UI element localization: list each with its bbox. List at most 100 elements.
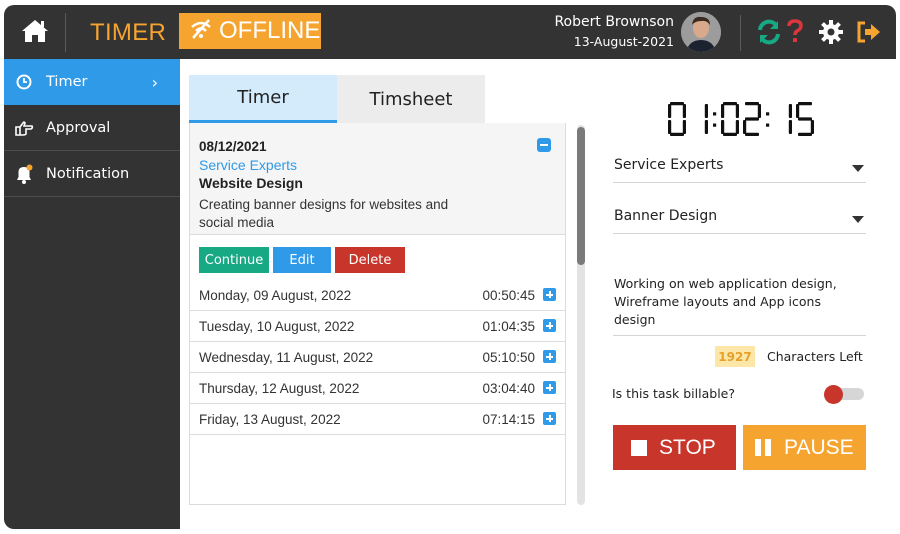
client-select[interactable]: Service Experts bbox=[613, 155, 866, 183]
user-date: 13-August-2021 bbox=[573, 34, 674, 49]
bell-icon bbox=[14, 164, 34, 184]
clock-icon bbox=[14, 72, 34, 92]
app-window: TIMER OFFLINE Robert Brownson 13-August-… bbox=[4, 5, 896, 529]
timesheet-row[interactable]: Friday, 13 August, 2022 07:14:15 bbox=[190, 404, 565, 435]
logout-icon[interactable] bbox=[856, 19, 882, 45]
task-select[interactable]: Banner Design bbox=[613, 206, 866, 234]
lcd-segment bbox=[798, 117, 812, 121]
tab-timer[interactable]: Timer bbox=[189, 75, 337, 123]
lcd-colon-dot bbox=[766, 112, 770, 116]
row-duration: 05:10:50 bbox=[482, 350, 535, 365]
entry-description: Creating banner designs for websites and… bbox=[199, 197, 449, 230]
expand-plus-icon[interactable] bbox=[543, 412, 556, 425]
chevron-right-icon: › bbox=[151, 72, 158, 92]
lcd-segment bbox=[721, 104, 725, 118]
avatar[interactable] bbox=[681, 12, 721, 52]
timesheet-row[interactable]: Thursday, 12 August, 2022 03:04:40 bbox=[190, 373, 565, 404]
lcd-segment bbox=[735, 120, 739, 134]
caret-down-icon bbox=[852, 165, 864, 172]
lcd-segment bbox=[788, 104, 792, 118]
lcd-segment bbox=[810, 120, 814, 134]
lcd-segment bbox=[798, 102, 812, 106]
caret-down-icon bbox=[852, 216, 864, 223]
row-duration: 07:14:15 bbox=[482, 412, 535, 427]
timesheet-row[interactable]: Tuesday, 10 August, 2022 01:04:35 bbox=[190, 311, 565, 342]
offline-icon bbox=[189, 18, 213, 44]
characters-left-label: Characters Left bbox=[767, 349, 863, 364]
sidebar: Timer › Approval Notification bbox=[4, 59, 180, 529]
hand-pointing-icon bbox=[14, 118, 34, 138]
lcd-segment bbox=[798, 132, 812, 136]
task-select-value: Banner Design bbox=[614, 208, 718, 224]
offline-badge[interactable]: OFFLINE bbox=[179, 13, 321, 49]
timesheet-row[interactable]: Wednesday, 11 August, 2022 05:10:50 bbox=[190, 342, 565, 373]
notes-textarea[interactable]: Working on web application design, Wiref… bbox=[613, 273, 866, 336]
client-select-value: Service Experts bbox=[614, 157, 724, 173]
active-entry-card: 08/12/2021 Service Experts Website Desig… bbox=[190, 123, 565, 235]
sidebar-item-label: Timer bbox=[46, 74, 88, 90]
header-divider bbox=[740, 15, 741, 51]
lcd-segment bbox=[668, 120, 672, 134]
billable-toggle[interactable] bbox=[822, 385, 866, 404]
sidebar-item-label: Notification bbox=[46, 165, 130, 182]
timesheet-panel: 08/12/2021 Service Experts Website Desig… bbox=[189, 123, 566, 505]
row-duration: 03:04:40 bbox=[482, 381, 535, 396]
lcd-segment bbox=[668, 104, 672, 118]
sidebar-item-timer[interactable]: Timer › bbox=[4, 59, 180, 105]
lcd-segment bbox=[682, 104, 686, 118]
toggle-knob bbox=[824, 385, 843, 404]
sidebar-item-notification[interactable]: Notification bbox=[4, 151, 180, 197]
sync-icon[interactable] bbox=[756, 19, 782, 45]
expand-plus-icon[interactable] bbox=[543, 350, 556, 363]
timer-display: 01:02:15 bbox=[666, 98, 818, 140]
lcd-segment bbox=[704, 104, 708, 118]
help-icon[interactable] bbox=[786, 19, 804, 45]
continue-button[interactable]: Continue bbox=[199, 247, 269, 273]
sidebar-item-approval[interactable]: Approval bbox=[4, 105, 180, 151]
entry-date: 08/12/2021 bbox=[199, 139, 267, 154]
collapse-icon[interactable] bbox=[537, 138, 551, 152]
entry-actions: Continue Edit Delete bbox=[199, 247, 405, 273]
lcd-segment bbox=[704, 120, 708, 134]
lcd-segment bbox=[745, 117, 759, 121]
row-day: Monday, 09 August, 2022 bbox=[199, 288, 352, 303]
pause-button[interactable]: PAUSE bbox=[743, 425, 866, 470]
edit-button[interactable]: Edit bbox=[273, 247, 331, 273]
stop-button[interactable]: STOP bbox=[613, 425, 736, 470]
gear-icon[interactable] bbox=[818, 19, 844, 45]
expand-plus-icon[interactable] bbox=[543, 319, 556, 332]
billable-label: Is this task billable? bbox=[612, 386, 735, 401]
expand-plus-icon[interactable] bbox=[543, 288, 556, 301]
lcd-colon-dot bbox=[713, 112, 717, 116]
row-day: Wednesday, 11 August, 2022 bbox=[199, 350, 374, 365]
header-divider bbox=[65, 13, 66, 52]
lcd-digits bbox=[668, 102, 814, 136]
pause-label: PAUSE bbox=[784, 435, 854, 459]
user-name: Robert Brownson bbox=[554, 14, 674, 30]
sidebar-item-label: Approval bbox=[46, 119, 111, 136]
app-title: TIMER bbox=[90, 19, 167, 46]
lcd-segment bbox=[788, 120, 792, 134]
lcd-segment bbox=[745, 132, 759, 136]
stop-label: STOP bbox=[659, 435, 716, 459]
lcd-segment bbox=[757, 104, 761, 118]
characters-left-count: 1927 bbox=[715, 346, 755, 367]
lcd-segment bbox=[723, 132, 737, 136]
lcd-segment bbox=[743, 120, 747, 134]
row-day: Tuesday, 10 August, 2022 bbox=[199, 319, 355, 334]
entry-client[interactable]: Service Experts bbox=[199, 157, 297, 173]
entry-project: Website Design bbox=[199, 175, 303, 191]
row-duration: 01:04:35 bbox=[482, 319, 535, 334]
lcd-segment bbox=[723, 102, 737, 106]
lcd-segment bbox=[735, 104, 739, 118]
lcd-segment bbox=[796, 104, 800, 118]
top-header: TIMER OFFLINE Robert Brownson 13-August-… bbox=[4, 5, 896, 59]
lcd-segment bbox=[670, 102, 684, 106]
expand-plus-icon[interactable] bbox=[543, 381, 556, 394]
delete-button[interactable]: Delete bbox=[335, 247, 405, 273]
stop-icon bbox=[631, 439, 647, 456]
timesheet-row[interactable]: Monday, 09 August, 2022 00:50:45 bbox=[190, 280, 565, 311]
tab-timesheet[interactable]: Timsheet bbox=[337, 75, 485, 123]
scrollbar-thumb[interactable] bbox=[577, 127, 585, 265]
home-icon[interactable] bbox=[20, 18, 50, 44]
